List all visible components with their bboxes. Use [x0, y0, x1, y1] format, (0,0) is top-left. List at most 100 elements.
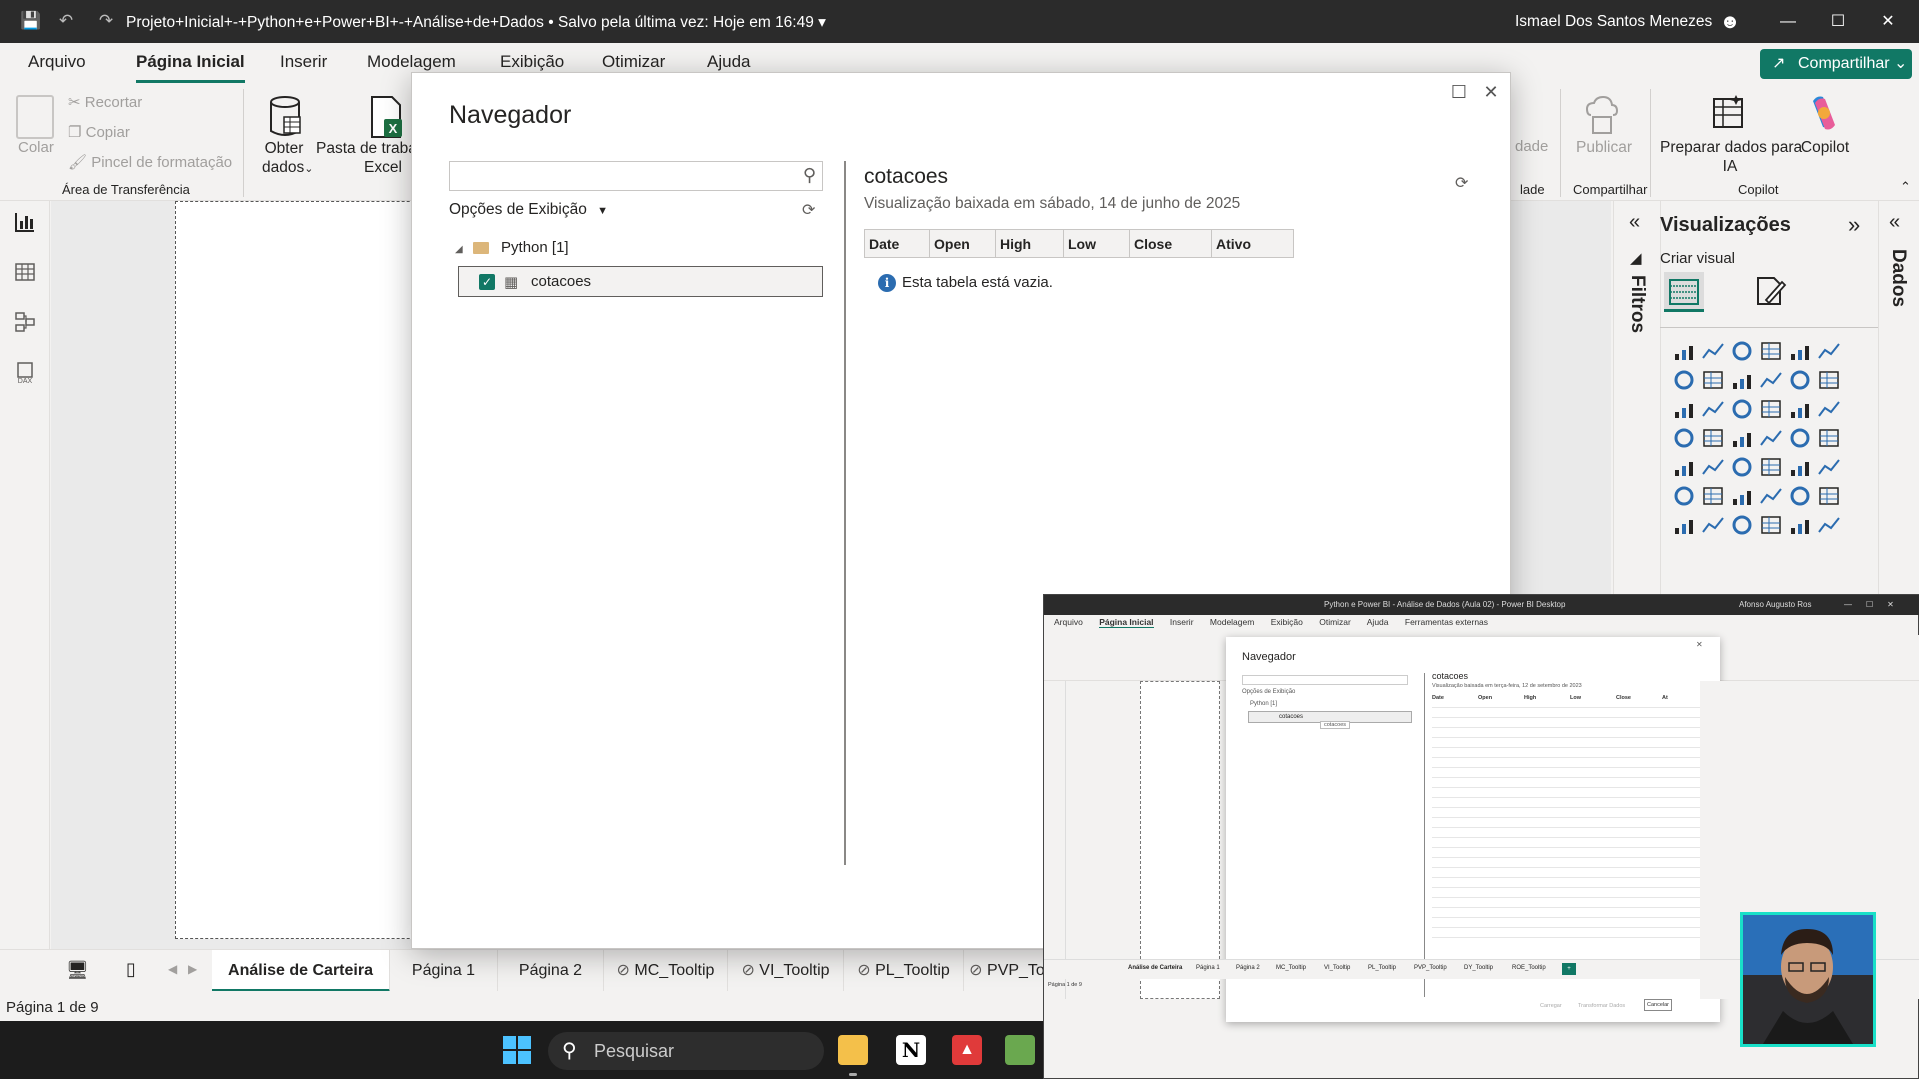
visual-type-icon[interactable]	[1730, 456, 1754, 478]
visual-type-icon[interactable]	[1759, 456, 1783, 478]
visual-type-icon[interactable]	[1759, 427, 1783, 449]
visual-type-icon[interactable]	[1817, 398, 1841, 420]
notion-icon[interactable]: N	[896, 1035, 926, 1065]
visual-type-icon[interactable]	[1817, 369, 1841, 391]
menu-inserir[interactable]: Inserir	[280, 52, 327, 72]
redo-icon[interactable]: ↷	[96, 11, 116, 31]
tab-pl-tooltip[interactable]: ⊘ PL_Tooltip	[844, 950, 964, 992]
column-header[interactable]: Open	[929, 229, 996, 258]
desktop-layout-icon[interactable]: 🖥	[66, 960, 89, 981]
visual-type-icon[interactable]	[1672, 369, 1696, 391]
checkbox[interactable]: ✓	[479, 274, 495, 290]
visual-type-icon[interactable]	[1817, 340, 1841, 362]
get-data-button[interactable]: Obter dados⌄	[262, 139, 313, 179]
menu-otimizar[interactable]: Otimizar	[602, 52, 665, 72]
model-view-icon[interactable]	[13, 311, 37, 335]
next-page-icon[interactable]: ▶	[188, 962, 197, 976]
tab-mc-tooltip[interactable]: ⊘ MC_Tooltip	[604, 950, 728, 992]
tree-item-cotacoes[interactable]: ✓ ▦ cotacoes	[458, 266, 823, 297]
expand-filters-icon[interactable]: «	[1629, 211, 1640, 234]
visual-type-icon[interactable]	[1701, 427, 1725, 449]
cut-button[interactable]: ✂ Recortar	[68, 93, 142, 111]
search-input[interactable]	[450, 162, 780, 188]
taskbar-search[interactable]: ⚲ Pesquisar	[548, 1032, 824, 1070]
visual-type-icon[interactable]	[1788, 514, 1812, 536]
column-header[interactable]: Date	[864, 229, 930, 258]
data-label[interactable]: Dados	[1887, 249, 1909, 307]
visual-type-icon[interactable]	[1672, 427, 1696, 449]
visual-type-icon[interactable]	[1759, 369, 1783, 391]
navigator-search[interactable]: ⚲	[449, 161, 823, 191]
data-pane[interactable]: « Dados	[1878, 201, 1919, 596]
visual-type-icon[interactable]	[1701, 398, 1725, 420]
menu-modelagem[interactable]: Modelagem	[367, 52, 456, 72]
visual-type-icon[interactable]	[1730, 369, 1754, 391]
visual-type-icon[interactable]	[1759, 485, 1783, 507]
document-title[interactable]: Projeto+Inicial+-+Python+e+Power+BI+-+An…	[126, 13, 826, 32]
menu-exibicao[interactable]: Exibição	[500, 52, 564, 72]
tab-pagina-2[interactable]: Página 2	[498, 950, 604, 992]
visual-type-icon[interactable]	[1730, 514, 1754, 536]
visual-type-icon[interactable]	[1701, 485, 1725, 507]
visual-type-icon[interactable]	[1817, 514, 1841, 536]
visual-type-icon[interactable]	[1817, 427, 1841, 449]
visual-type-icon[interactable]	[1788, 456, 1812, 478]
app-icon[interactable]: ▲	[952, 1035, 982, 1065]
undo-icon[interactable]: ↶	[56, 11, 76, 31]
visual-type-icon[interactable]	[1788, 427, 1812, 449]
display-options-dropdown[interactable]: Opções de Exibição ▼	[449, 201, 608, 219]
expand-data-icon[interactable]: «	[1889, 211, 1900, 234]
search-icon[interactable]: ⚲	[803, 165, 816, 186]
format-visual-tab[interactable]	[1752, 274, 1788, 310]
close-button[interactable]: ✕	[1868, 8, 1908, 36]
menu-pagina-inicial[interactable]: Página Inicial	[136, 52, 245, 83]
visual-type-icon[interactable]	[1759, 398, 1783, 420]
publish-button[interactable]: Publicar	[1576, 138, 1632, 157]
minimize-button[interactable]: —	[1768, 8, 1808, 36]
pane-divider[interactable]	[844, 161, 846, 865]
prepare-data-button[interactable]: Preparar dados para IA	[1660, 138, 1802, 176]
visual-type-icon[interactable]	[1672, 398, 1696, 420]
minecraft-icon[interactable]	[1005, 1035, 1035, 1065]
visual-type-icon[interactable]	[1730, 485, 1754, 507]
column-header[interactable]: High	[995, 229, 1064, 258]
column-header[interactable]: Low	[1063, 229, 1130, 258]
account-icon[interactable]: ☻	[1710, 8, 1750, 36]
maximize-dialog-button[interactable]: ☐	[1446, 79, 1472, 105]
windows-start-icon[interactable]	[502, 1035, 532, 1065]
visual-type-icon[interactable]	[1759, 514, 1783, 536]
visual-type-icon[interactable]	[1672, 340, 1696, 362]
visual-type-icon[interactable]	[1730, 340, 1754, 362]
visual-type-icon[interactable]	[1788, 340, 1812, 362]
visual-type-icon[interactable]	[1701, 514, 1725, 536]
visual-type-icon[interactable]	[1701, 340, 1725, 362]
tab-pagina-1[interactable]: Página 1	[390, 950, 498, 992]
prev-page-icon[interactable]: ◀	[168, 962, 177, 976]
dax-query-icon[interactable]: DAX	[13, 361, 37, 385]
column-header[interactable]: Close	[1129, 229, 1212, 258]
expand-arrow-icon[interactable]: ◢	[455, 244, 463, 255]
visual-type-icon[interactable]	[1817, 456, 1841, 478]
menu-arquivo[interactable]: Arquivo	[28, 52, 86, 72]
paste-button[interactable]: Colar	[18, 139, 54, 156]
file-explorer-icon[interactable]	[838, 1035, 868, 1065]
copilot-button[interactable]: Copilot	[1800, 138, 1850, 157]
tab-analise-de-carteira[interactable]: Análise de Carteira	[212, 950, 390, 992]
visual-type-icon[interactable]	[1817, 485, 1841, 507]
visual-type-icon[interactable]	[1759, 340, 1783, 362]
format-painter-button[interactable]: 🖌 Pincel de formatação	[68, 153, 232, 171]
visual-type-icon[interactable]	[1672, 514, 1696, 536]
maximize-button[interactable]: ☐	[1818, 8, 1858, 36]
save-icon[interactable]: 💾	[20, 11, 41, 31]
visual-type-icon[interactable]	[1788, 398, 1812, 420]
build-visual-tab[interactable]	[1664, 272, 1704, 312]
refresh-icon[interactable]: ⟳	[802, 200, 815, 220]
tree-folder-python[interactable]: ◢ Python [1]	[455, 239, 569, 256]
excel-workbook-button[interactable]: Pasta de traba Excel	[316, 139, 416, 177]
visual-type-icon[interactable]	[1701, 369, 1725, 391]
table-view-icon[interactable]	[13, 261, 37, 285]
visual-type-icon[interactable]	[1701, 456, 1725, 478]
visual-type-icon[interactable]	[1672, 456, 1696, 478]
visual-type-icon[interactable]	[1672, 485, 1696, 507]
filters-label[interactable]: Filtros	[1626, 275, 1648, 333]
